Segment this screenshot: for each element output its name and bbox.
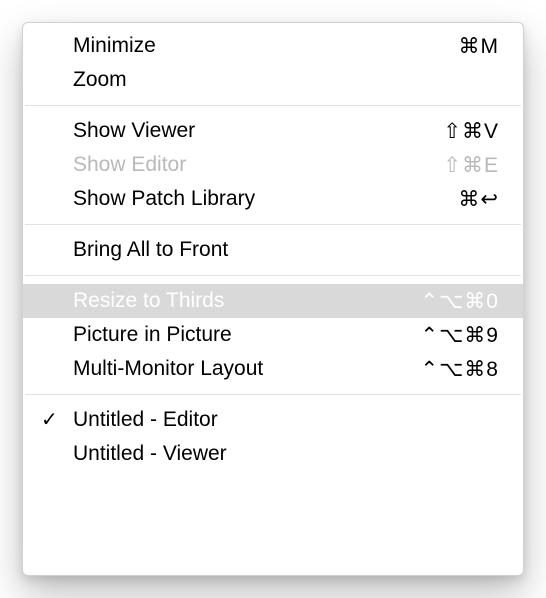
menu-item-label: Show Viewer <box>73 119 379 143</box>
menu-item-shortcut: ⌃⌥⌘0 <box>379 289 499 314</box>
menu-item-shortcut: ⌃⌥⌘9 <box>379 323 499 348</box>
menu-separator <box>25 224 521 225</box>
menu-item-shortcut: ⌃⌥⌘8 <box>379 357 499 382</box>
menu-item-label: Show Patch Library <box>73 187 379 211</box>
menu-item-label: Picture in Picture <box>73 323 379 347</box>
menu-item-window-editor[interactable]: ✓ Untitled - Editor <box>23 403 523 437</box>
menu-item-window-viewer[interactable]: ✓ Untitled - Viewer <box>23 437 523 471</box>
menu-bottom-gap <box>23 471 523 481</box>
menu-item-show-editor: ✓ Show Editor ⇧⌘E <box>23 148 523 182</box>
menu-item-multi-monitor-layout[interactable]: ✓ Multi-Monitor Layout ⌃⌥⌘8 <box>23 352 523 386</box>
checkmark-icon: ✓ <box>41 410 58 430</box>
menu-item-shortcut: ⌘M <box>379 34 499 59</box>
menu-item-zoom[interactable]: ✓ Zoom <box>23 63 523 97</box>
menu-item-label: Minimize <box>73 34 379 58</box>
menu-item-label: Resize to Thirds <box>73 289 379 313</box>
menu-item-show-viewer[interactable]: ✓ Show Viewer ⇧⌘V <box>23 114 523 148</box>
menu-item-picture-in-picture[interactable]: ✓ Picture in Picture ⌃⌥⌘9 <box>23 318 523 352</box>
menu-item-resize-to-thirds[interactable]: ✓ Resize to Thirds ⌃⌥⌘0 <box>23 284 523 318</box>
window-menu[interactable]: ✓ Minimize ⌘M ✓ Zoom ✓ Show Viewer ⇧⌘V ✓… <box>22 22 524 576</box>
menu-separator <box>25 105 521 106</box>
menu-item-label: Bring All to Front <box>73 238 379 262</box>
menu-item-label: Show Editor <box>73 153 379 177</box>
menu-item-label: Zoom <box>73 68 379 92</box>
menu-separator <box>25 394 521 395</box>
menu-item-shortcut: ⌘↩ <box>379 187 499 212</box>
menu-separator <box>25 275 521 276</box>
menu-item-shortcut: ⇧⌘E <box>379 153 499 178</box>
menu-item-label: Untitled - Viewer <box>73 442 379 466</box>
menu-item-show-patch-library[interactable]: ✓ Show Patch Library ⌘↩ <box>23 182 523 216</box>
menu-item-label: Untitled - Editor <box>73 408 379 432</box>
menu-item-minimize[interactable]: ✓ Minimize ⌘M <box>23 29 523 63</box>
menu-item-bring-all-to-front[interactable]: ✓ Bring All to Front <box>23 233 523 267</box>
menu-item-shortcut: ⇧⌘V <box>379 119 499 144</box>
menu-item-label: Multi-Monitor Layout <box>73 357 379 381</box>
